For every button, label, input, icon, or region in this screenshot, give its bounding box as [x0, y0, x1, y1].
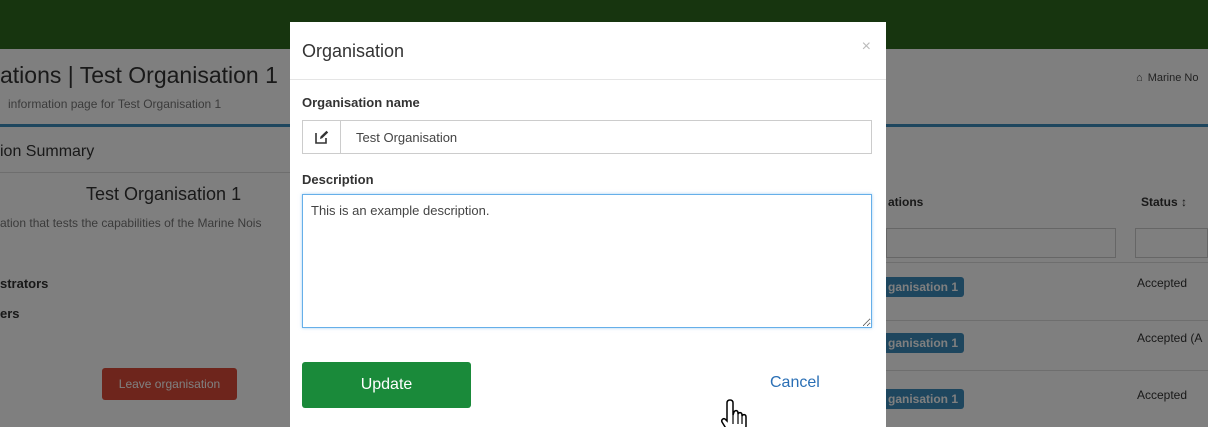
- organisation-name-label: Organisation name: [302, 95, 420, 110]
- update-button[interactable]: Update: [302, 362, 471, 408]
- organisation-modal: Organisation × Organisation name Descrip…: [290, 22, 886, 427]
- modal-header-divider: [290, 79, 886, 80]
- modal-title: Organisation: [302, 41, 405, 61]
- close-icon[interactable]: ×: [862, 38, 871, 56]
- edit-icon: [303, 121, 341, 153]
- hand-pointer-icon: [721, 399, 747, 427]
- description-label: Description: [302, 172, 374, 187]
- organisation-name-group: [302, 120, 872, 154]
- cancel-button[interactable]: Cancel: [770, 374, 820, 392]
- organisation-name-input[interactable]: [341, 121, 871, 153]
- description-textarea[interactable]: This is an example description.: [302, 194, 872, 328]
